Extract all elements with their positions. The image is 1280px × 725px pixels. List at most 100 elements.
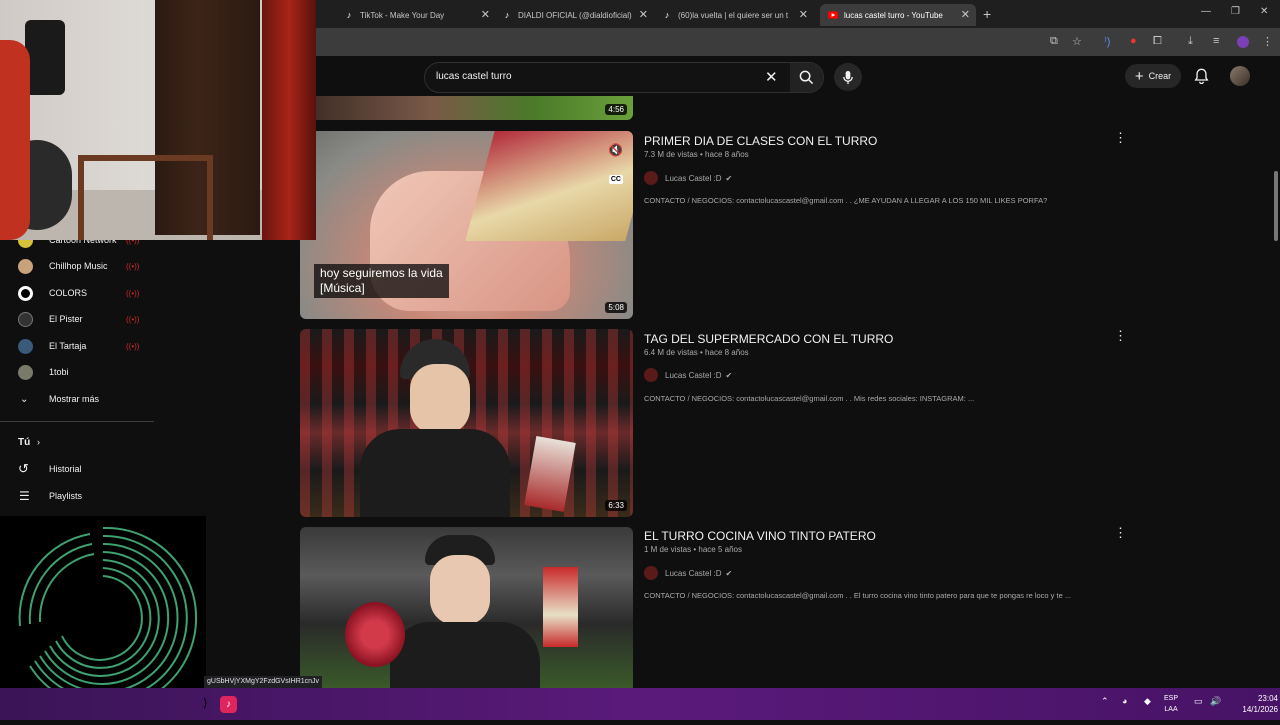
live-icon: ((•)) [126,314,140,324]
video-description: CONTACTO / NEGOCIOS: contactolucascastel… [644,591,1072,600]
more-options-icon[interactable]: ⋮ [1114,328,1127,344]
more-options-icon[interactable]: ⋮ [1114,525,1127,541]
scrollbar-thumb[interactable] [1274,171,1278,241]
download-icon[interactable]: ⤓ [1188,35,1193,48]
live-icon: ((•)) [126,341,140,351]
browser-tab[interactable]: ♪ (60)la vuelta | el quiere ser un t ✕ [662,4,814,26]
chevron-up-icon[interactable]: ⌃ [1101,696,1109,707]
search-box[interactable]: lucas castel turro ✕ [424,62,824,93]
sidebar-item-label: Historial [49,464,82,474]
jacket-image [360,429,510,517]
discord-icon[interactable]: ◕ [1122,696,1127,706]
maximize-icon[interactable]: ❐ [1231,6,1240,17]
more-options-icon[interactable]: ⋮ [1114,130,1127,146]
browser-tab-active[interactable]: lucas castel turro - YouTube ✕ [820,4,976,26]
video-thumbnail[interactable]: 4:56 [300,96,633,120]
close-window-icon[interactable]: ✕ [1260,6,1268,17]
new-tab-icon[interactable]: + [983,6,991,22]
browser-tab[interactable]: ♪ TikTok - Make Your Day ✕ [344,4,496,26]
channel-link[interactable]: Lucas Castel :D ✔ [644,367,732,383]
bookmark-star-icon[interactable]: ☆ [1072,35,1082,48]
system-clock[interactable]: 23:04 14/1/2026 [1238,693,1278,715]
channel-name: Lucas Castel :D [665,173,722,183]
scrollbar[interactable] [1272,96,1280,688]
sidebar-show-more[interactable]: ⌄ Mostrar más [0,386,206,412]
video-description: CONTACTO / NEGOCIOS: contactolucascastel… [644,196,1048,205]
video-title[interactable]: EL TURRO COCINA VINO TINTO PATERO [644,529,876,543]
video-result[interactable]: 6:33 TAG DEL SUPERMERCADO CON EL TURRO 6… [300,328,1150,517]
sidebar-item-history[interactable]: ↺ Historial [0,456,206,482]
network-icon[interactable]: ▭ [1194,696,1203,707]
video-duration: 5:08 [605,302,627,313]
sidebar-you-section[interactable]: Tú › [0,429,206,455]
sidebar-item-el-pister[interactable]: El Pister ((•)) [0,306,206,332]
jacket-image [390,622,540,688]
channel-avatar [644,171,658,185]
minimize-icon[interactable]: — [1201,6,1211,17]
voice-search-button[interactable] [834,63,862,91]
channel-avatar [18,338,33,354]
reading-list-icon[interactable]: ≡ [1213,35,1219,47]
search-input[interactable]: lucas castel turro [436,71,512,82]
language-indicator[interactable]: ESP LAA [1164,693,1178,715]
install-app-icon[interactable]: ⧉ [1050,35,1058,48]
video-thumbnail[interactable]: 6:33 [300,329,633,517]
sidebar-item-el-tartaja[interactable]: El Tartaja ((•)) [0,333,206,359]
volume-icon[interactable]: 🔊 [1210,696,1221,707]
bag-image [25,20,65,95]
video-result[interactable]: 🔇 CC hoy seguiremos la vida [Música] 5:0… [300,130,1150,319]
channel-name: Lucas Castel :D [665,568,722,578]
extensions-puzzle-icon[interactable]: ⧠ [1153,35,1162,48]
search-icon [799,70,814,85]
tiktok-icon: ♪ [504,10,510,20]
video-result[interactable]: EL TURRO COCINA VINO TINTO PATERO 1 M de… [300,525,1150,688]
tab-title: (60)la vuelta | el quiere ser un t [678,10,789,20]
youtube-icon [828,10,838,20]
cc-button[interactable]: CC [608,175,623,184]
video-result[interactable]: 4:56 [300,96,1150,120]
sidebar-item-chillhop-music[interactable]: Chillhop Music ((•)) [0,253,206,279]
live-icon: ((•)) [126,288,140,298]
tiktok-taskbar-icon[interactable]: ♪ [220,696,237,713]
video-title[interactable]: TAG DEL SUPERMERCADO CON EL TURRO [644,332,893,346]
tab-title: TikTok - Make Your Day [360,10,445,20]
search-button[interactable] [790,63,823,92]
profile-avatar[interactable] [1237,36,1249,48]
account-avatar[interactable] [1230,66,1250,86]
video-duration: 4:56 [605,104,627,115]
chevron-right-icon: › [37,437,40,447]
sidebar-item-label: COLORS [49,288,88,298]
close-icon[interactable]: ✕ [961,8,970,21]
video-meta: 6.4 M de vistas • hace 8 años [644,348,749,357]
extension-icon[interactable]: ⁾) [1104,35,1110,48]
caption-line: hoy seguiremos la vida [320,266,443,280]
channel-avatar [18,258,33,274]
video-meta: 1 M de vistas • hace 5 años [644,545,742,554]
taskbar-arrow-icon: ⟩ [203,696,208,710]
chair-image [78,155,213,240]
bell-icon [1194,68,1209,85]
video-thumbnail[interactable]: 🔇 CC hoy seguiremos la vida [Música] 5:0… [300,131,633,319]
close-icon[interactable]: ✕ [799,8,808,21]
create-button[interactable]: + Crear [1125,64,1181,88]
notifications-button[interactable] [1194,68,1209,89]
clear-search-icon[interactable]: ✕ [765,68,778,86]
close-icon[interactable]: ✕ [481,8,490,21]
sidebar-item-playlists[interactable]: ☰ Playlists [0,483,206,509]
video-title[interactable]: PRIMER DIA DE CLASES CON EL TURRO [644,134,877,148]
taskbar: ⟩ [0,688,1280,720]
browser-tab[interactable]: ♪ DIALDI OFICIAL (@dialdioficial) ✕ [502,4,654,26]
sidebar-item-1tobi[interactable]: 1tobi [0,359,206,385]
tiktok-icon: ♪ [346,10,352,20]
close-icon[interactable]: ✕ [639,8,648,21]
channel-link[interactable]: Lucas Castel :D ✔ [644,170,732,186]
extension-record-icon[interactable]: ● [1130,35,1137,47]
sidebar-item-colors[interactable]: COLORS ((•)) [0,280,206,306]
face-image [410,364,470,434]
video-thumbnail[interactable] [300,527,633,688]
tray-app-icon[interactable]: ◆ [1144,696,1151,707]
channel-link[interactable]: Lucas Castel :D ✔ [644,565,732,581]
menu-dots-icon[interactable]: ⋮ [1262,35,1273,48]
mute-icon[interactable]: 🔇 [608,143,623,157]
channel-avatar [18,285,33,301]
